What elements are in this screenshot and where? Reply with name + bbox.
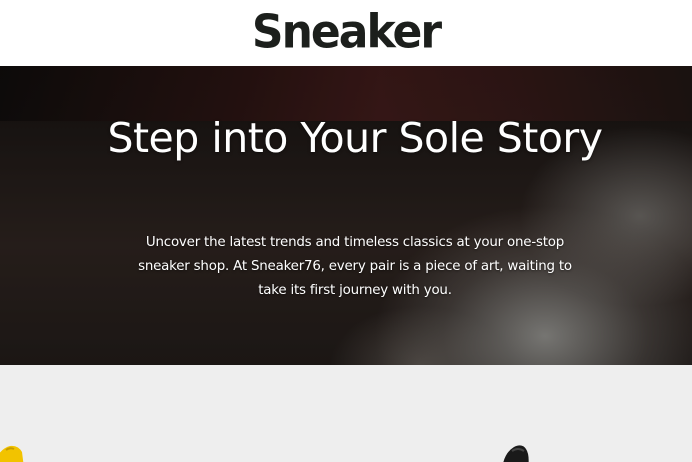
site-logo[interactable]: Sneaker	[252, 9, 442, 56]
site-header: Sneaker	[0, 0, 692, 66]
hero-title: Step into Your Sole Story	[107, 114, 603, 162]
product-section	[0, 365, 692, 462]
black-sneaker-image[interactable]	[498, 441, 532, 462]
hero-banner: Step into Your Sole Story Uncover the la…	[0, 66, 692, 365]
hero-content: Step into Your Sole Story Uncover the la…	[0, 66, 692, 365]
yellow-sneaker-image[interactable]	[0, 438, 26, 462]
hero-description: Uncover the latest trends and timeless c…	[138, 235, 572, 298]
